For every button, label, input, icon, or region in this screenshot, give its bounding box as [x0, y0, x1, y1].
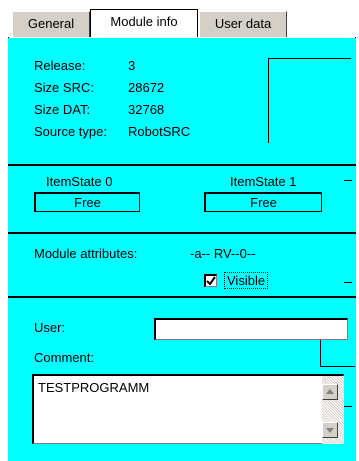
visible-label[interactable]: Visible [224, 272, 269, 289]
comment-text: TESTPROGRAMM [38, 380, 150, 395]
release-label: Release: [34, 58, 86, 73]
user-input[interactable] [154, 318, 348, 340]
tab-module-info[interactable]: Module info [90, 9, 198, 37]
size-src-label: Size SRC: [34, 80, 94, 95]
tab-user-data[interactable]: User data [199, 11, 287, 37]
size-src-value: 28672 [128, 80, 165, 95]
item-state-0-field: Free [34, 192, 140, 212]
callout-line [344, 406, 352, 407]
scroll-up-button[interactable] [322, 384, 338, 400]
item-state-panel: ItemState 0 Free ItemState 1 Free [8, 166, 356, 232]
scroll-up-icon [326, 389, 334, 394]
scroll-down-button[interactable] [322, 422, 338, 438]
comment-label: Comment: [34, 350, 94, 365]
check-icon [206, 276, 216, 286]
callout-line [268, 58, 351, 143]
tab-general[interactable]: General [12, 11, 90, 37]
attributes-panel: Module attributes: -a-- RV--0-- Visible [8, 234, 356, 296]
item-state-1-label: ItemState 1 [230, 174, 297, 189]
user-data-panel: User: Comment: TESTPROGRAMM [8, 298, 356, 461]
release-value: 3 [128, 58, 136, 73]
scroll-down-icon [326, 428, 334, 433]
source-type-label: Source type: [34, 124, 107, 139]
callout-line [344, 180, 352, 181]
source-type-value: RobotSRC [128, 124, 191, 139]
module-info-panel: Release: 3 Size SRC: 28672 Size DAT: 327… [8, 38, 356, 164]
comment-textarea[interactable]: TESTPROGRAMM [32, 374, 344, 444]
module-attributes-value: -a-- RV--0-- [190, 246, 256, 261]
item-state-0-label: ItemState 0 [46, 174, 113, 189]
module-attributes-label: Module attributes: [34, 246, 138, 261]
user-label: User: [34, 320, 66, 335]
callout-line [344, 282, 352, 283]
item-state-1-field: Free [204, 192, 322, 212]
visible-checkbox[interactable] [204, 274, 217, 287]
user-input-value [156, 321, 159, 336]
size-dat-value: 32768 [128, 102, 165, 117]
size-dat-label: Size DAT: [34, 102, 91, 117]
callout-line [320, 340, 355, 367]
